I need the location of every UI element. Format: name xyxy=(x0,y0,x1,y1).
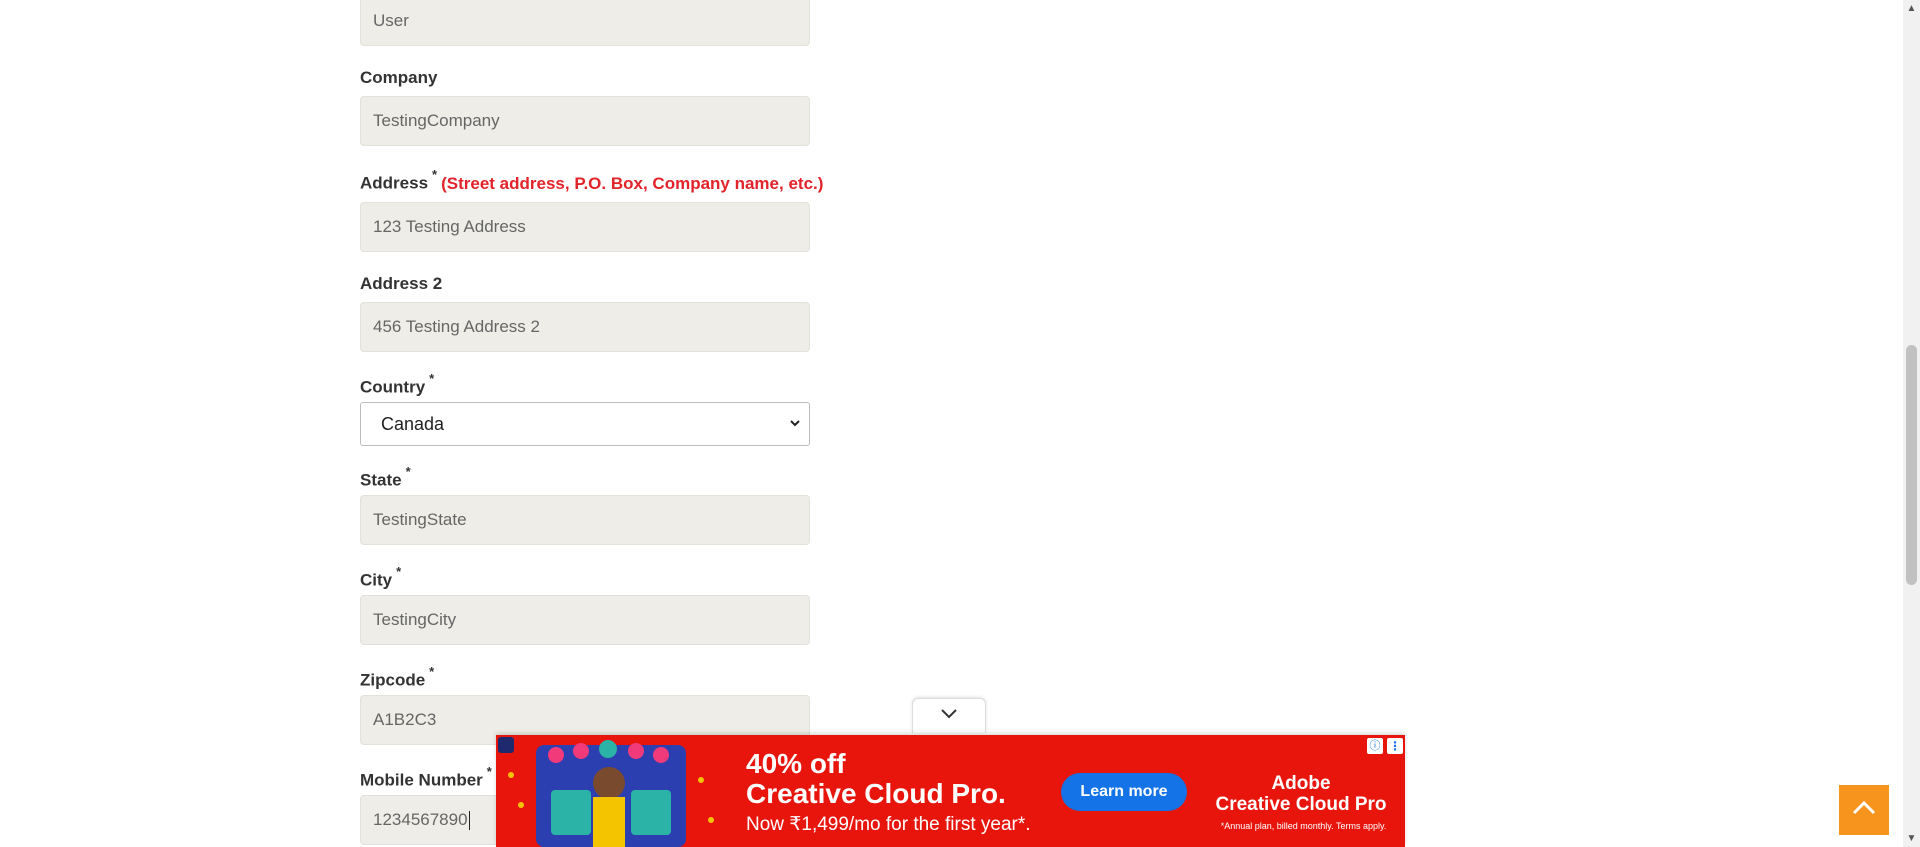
ad-subline: Now ₹1,499/mo for the first year*. xyxy=(746,814,1031,835)
chevron-down-icon xyxy=(940,707,958,725)
more-options-icon[interactable]: ⋮ xyxy=(1387,738,1403,754)
address2-label: Address 2 xyxy=(360,274,443,293)
address2-field[interactable]: 456 Testing Address 2 xyxy=(360,302,810,352)
state-field[interactable]: TestingState xyxy=(360,495,810,545)
back-to-top-button[interactable] xyxy=(1839,785,1889,835)
address2-field-value: 456 Testing Address 2 xyxy=(373,317,540,336)
vertical-scrollbar[interactable]: ▲ ▼ xyxy=(1903,0,1920,847)
ad-brand: Adobe Creative Cloud Pro xyxy=(1215,773,1387,815)
required-marker: * xyxy=(429,371,435,386)
state-field-value: TestingState xyxy=(373,510,467,529)
state-label: State * xyxy=(360,464,411,490)
mobile-label: Mobile Number * xyxy=(360,764,492,790)
ad-banner[interactable]: 40% off Creative Cloud Pro. Now ₹1,499/m… xyxy=(496,735,1405,847)
mobile-field-value: 1234567890 xyxy=(373,810,468,829)
address-field-value: 123 Testing Address xyxy=(373,217,526,236)
scroll-down-arrow-icon[interactable]: ▼ xyxy=(1903,830,1920,847)
info-icon[interactable]: ⓘ xyxy=(1367,738,1383,754)
company-field-value: TestingCompany xyxy=(373,111,500,130)
zipcode-field-value: A1B2C3 xyxy=(373,710,437,729)
required-marker: * xyxy=(396,564,402,579)
user-field-value: User xyxy=(373,11,409,30)
chevron-down-icon xyxy=(789,403,801,461)
address-hint: (Street address, P.O. Box, Company name,… xyxy=(441,173,824,193)
text-cursor xyxy=(468,811,470,831)
learn-more-button[interactable]: Learn more xyxy=(1061,773,1187,811)
ad-illustration xyxy=(496,735,726,847)
country-label: Country * xyxy=(360,371,435,397)
ad-terms: *Annual plan, billed monthly. Terms appl… xyxy=(1220,821,1387,831)
scroll-up-arrow-icon[interactable]: ▲ xyxy=(1903,0,1920,17)
address-label: Address * (Street address, P.O. Box, Compa… xyxy=(360,167,824,193)
required-marker: * xyxy=(429,664,435,679)
zipcode-label: Zipcode * xyxy=(360,664,435,690)
city-field[interactable]: TestingCity xyxy=(360,595,810,645)
chevron-up-icon xyxy=(1851,800,1877,821)
scroll-thumb[interactable] xyxy=(1906,345,1917,585)
company-label: Company xyxy=(360,68,438,87)
address-field[interactable]: 123 Testing Address xyxy=(360,202,810,252)
city-label: City * xyxy=(360,564,402,590)
ad-collapse-button[interactable] xyxy=(912,698,986,733)
country-selected-value: Canada xyxy=(381,414,445,434)
company-field[interactable]: TestingCompany xyxy=(360,96,810,146)
ad-headline: 40% off Creative Cloud Pro. xyxy=(746,748,1006,809)
required-marker: * xyxy=(432,167,438,182)
user-field[interactable]: User xyxy=(360,0,810,46)
country-select[interactable]: Canada xyxy=(360,402,810,446)
city-field-value: TestingCity xyxy=(373,610,457,629)
required-marker: * xyxy=(405,464,411,479)
required-marker: * xyxy=(486,764,492,779)
